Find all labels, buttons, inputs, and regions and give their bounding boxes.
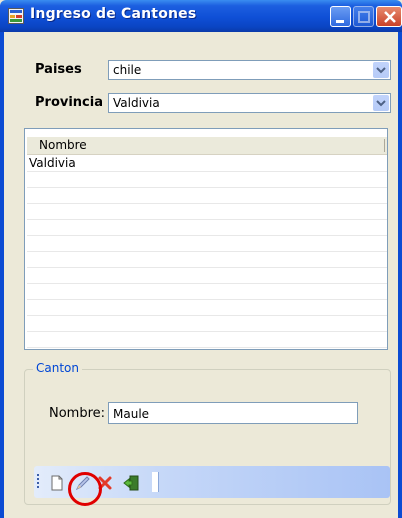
exit-button[interactable] — [122, 474, 140, 492]
window-frame-right — [398, 32, 402, 518]
minimize-button[interactable] — [330, 6, 351, 27]
list-row-empty — [27, 220, 387, 236]
edit-icon — [75, 476, 90, 491]
list-row-empty — [27, 268, 387, 284]
app-icon — [8, 8, 24, 24]
list-row-empty — [27, 172, 387, 188]
delete-icon — [98, 476, 112, 490]
exit-icon — [123, 475, 139, 491]
list-row-empty — [27, 284, 387, 300]
list-item-label: Valdivia — [29, 156, 76, 170]
list-row-empty — [27, 252, 387, 268]
list-row-empty — [27, 316, 387, 332]
maximize-icon — [358, 11, 370, 23]
column-header-nombre[interactable]: Nombre — [39, 138, 87, 152]
paises-value: chile — [113, 63, 142, 77]
new-button[interactable] — [48, 474, 66, 492]
nombre-label: Nombre: — [49, 406, 106, 421]
chevron-down-icon[interactable] — [373, 62, 389, 78]
list-row-empty — [27, 204, 387, 220]
list-row-empty — [27, 332, 387, 348]
delete-button[interactable] — [96, 474, 114, 492]
list-item[interactable]: Valdivia — [27, 156, 387, 172]
new-icon — [51, 475, 63, 491]
chevron-down-icon[interactable] — [373, 95, 389, 111]
listview-header[interactable]: Nombre — [27, 137, 387, 155]
close-icon — [384, 11, 396, 23]
list-row-empty — [27, 236, 387, 252]
window-title: Ingreso de Cantones — [30, 6, 197, 22]
toolbar-grip[interactable] — [37, 474, 40, 490]
canton-legend: Canton — [33, 361, 82, 375]
close-button[interactable] — [376, 6, 402, 27]
toolbar-separator — [152, 472, 159, 492]
provincia-label: Provincia — [35, 95, 103, 110]
cantones-listview[interactable]: Nombre Valdivia — [24, 128, 388, 350]
paises-combobox[interactable]: chile — [108, 60, 391, 80]
title-bar[interactable]: Ingreso de Cantones — [0, 0, 402, 32]
nombre-field-box[interactable] — [108, 402, 358, 424]
window: Ingreso de Cantones Paises chile Provinc… — [0, 0, 402, 518]
edit-button[interactable] — [74, 474, 92, 492]
column-separator[interactable] — [384, 139, 385, 152]
list-row-empty — [27, 188, 387, 204]
provincia-combobox[interactable]: Valdivia — [108, 93, 391, 113]
window-frame-left — [0, 32, 4, 518]
list-row-empty — [27, 300, 387, 316]
nombre-field[interactable] — [109, 404, 357, 424]
paises-label: Paises — [35, 62, 82, 77]
toolbar — [34, 466, 390, 498]
minimize-icon — [336, 20, 344, 23]
maximize-button[interactable] — [353, 6, 374, 27]
provincia-value: Valdivia — [113, 96, 160, 110]
